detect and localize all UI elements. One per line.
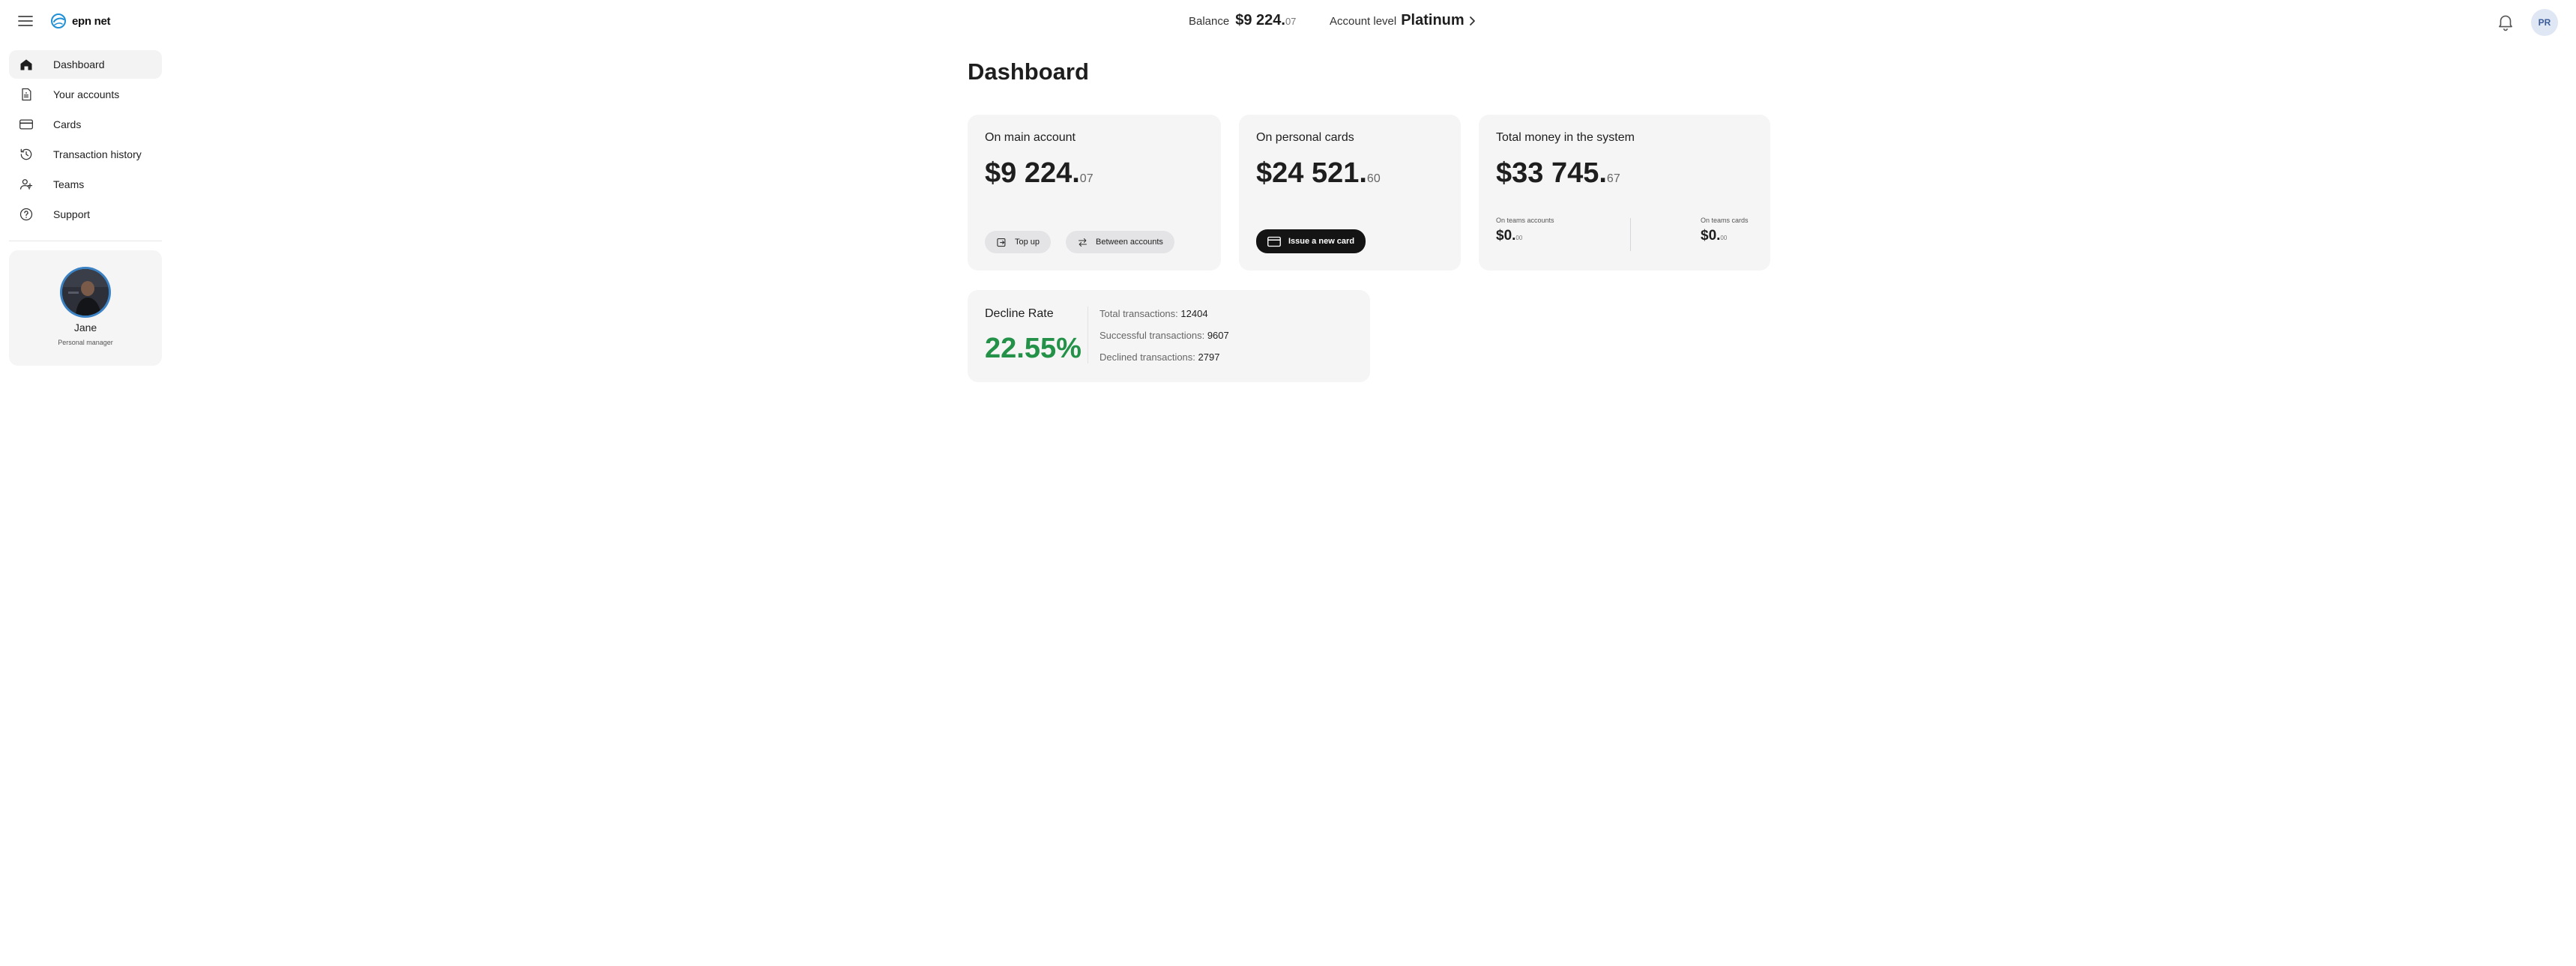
document-icon: [18, 86, 34, 103]
total-money-amount: $33 745.67: [1496, 157, 1620, 189]
logo-text: epn net: [72, 14, 111, 28]
sidebar-item-dashboard[interactable]: Dashboard: [9, 50, 162, 79]
total-money-card: Total money in the system $33 745.67 On …: [1479, 115, 1770, 271]
top-up-label: Top up: [1015, 238, 1040, 247]
decline-rate-card: Decline Rate 22.55% Total transactions: …: [968, 290, 1370, 382]
total-transactions: Total transactions: 12404: [1100, 308, 1208, 319]
personal-manager-card: Jane Personal manager: [9, 250, 162, 366]
total-transactions-value: 12404: [1180, 308, 1208, 319]
home-icon: [18, 56, 34, 73]
main-account-title: On main account: [985, 131, 1076, 144]
main-account-cents: 07: [1079, 172, 1094, 185]
balance-cents: 07: [1285, 16, 1297, 27]
issue-new-card-button[interactable]: Issue a new card: [1256, 229, 1366, 253]
declined-transactions-value: 2797: [1198, 351, 1220, 363]
decline-rate-value: 22.55%: [985, 333, 1082, 364]
teams-cards-label: On teams cards: [1701, 217, 1749, 224]
sidebar-item-teams[interactable]: Teams: [9, 170, 162, 199]
logo[interactable]: epn net: [49, 12, 111, 30]
swap-icon: [1077, 237, 1096, 248]
history-icon: [18, 146, 34, 163]
account-level-link[interactable]: Account level Platinum: [1330, 12, 1476, 29]
declined-transactions: Declined transactions: 2797: [1100, 351, 1220, 363]
decline-rate-title: Decline Rate: [985, 307, 1054, 320]
main-account-card: On main account $9 224.07 Top up Between…: [968, 115, 1221, 271]
sidebar-item-your-accounts[interactable]: Your accounts: [9, 80, 162, 109]
sidebar-item-support[interactable]: Support: [9, 200, 162, 229]
bell-icon[interactable]: [2496, 12, 2515, 31]
manager-avatar: [62, 269, 109, 316]
sidebar-nav: Dashboard Your accounts Cards Transactio…: [9, 50, 162, 230]
manager-role: Personal manager: [58, 339, 113, 346]
between-accounts-button[interactable]: Between accounts: [1066, 231, 1174, 253]
successful-transactions-value: 9607: [1207, 330, 1229, 341]
account-level-label: Account level: [1330, 15, 1397, 28]
main-account-amount: $9 224.07: [985, 157, 1094, 189]
chevron-right-icon: [1468, 16, 1476, 26]
sidebar-item-label: Transaction history: [53, 148, 142, 160]
balance-amount: $9 224.: [1235, 12, 1285, 28]
between-accounts-label: Between accounts: [1096, 238, 1163, 247]
sidebar-item-label: Cards: [53, 118, 82, 130]
issue-new-card-label: Issue a new card: [1288, 237, 1355, 246]
sidebar-item-label: Your accounts: [53, 88, 120, 100]
user-avatar[interactable]: PR: [2531, 9, 2558, 36]
personal-cards-card: On personal cards $24 521.60 Issue a new…: [1239, 115, 1461, 271]
balance-label: Balance: [1189, 15, 1230, 28]
card-icon: [1267, 236, 1288, 247]
top-up-icon: [996, 237, 1015, 248]
sidebar-item-label: Dashboard: [53, 58, 105, 70]
personal-cards-amount: $24 521.60: [1256, 157, 1381, 189]
teams-accounts-cents: 00: [1515, 235, 1523, 241]
card-icon: [18, 116, 34, 133]
teams-cards-cents: 00: [1720, 235, 1728, 241]
sidebar-item-label: Teams: [53, 178, 85, 190]
account-level-value: Platinum: [1401, 12, 1465, 28]
manager-name: Jane: [73, 322, 97, 333]
top-up-button[interactable]: Top up: [985, 231, 1052, 253]
personal-cards-title: On personal cards: [1256, 131, 1354, 144]
total-money-title: Total money in the system: [1496, 131, 1635, 144]
logo-icon: [49, 12, 67, 30]
help-icon: [18, 206, 34, 223]
users-icon: [18, 176, 34, 193]
teams-cards-amount: $0.00: [1701, 228, 1728, 244]
sidebar-item-transaction-history[interactable]: Transaction history: [9, 140, 162, 169]
header-balance: Balance $9 224. 07: [1189, 12, 1296, 29]
teams-accounts-label: On teams accounts: [1496, 217, 1554, 224]
personal-cards-cents: 60: [1366, 172, 1381, 185]
total-money-divider: [1630, 218, 1631, 251]
successful-transactions: Successful transactions: 9607: [1100, 330, 1229, 341]
sidebar-item-cards[interactable]: Cards: [9, 110, 162, 139]
sidebar-item-label: Support: [53, 208, 91, 220]
page-title: Dashboard: [968, 58, 1089, 85]
total-money-cents: 67: [1606, 172, 1620, 185]
menu-icon[interactable]: [16, 12, 34, 30]
teams-accounts-amount: $0.00: [1496, 228, 1523, 244]
